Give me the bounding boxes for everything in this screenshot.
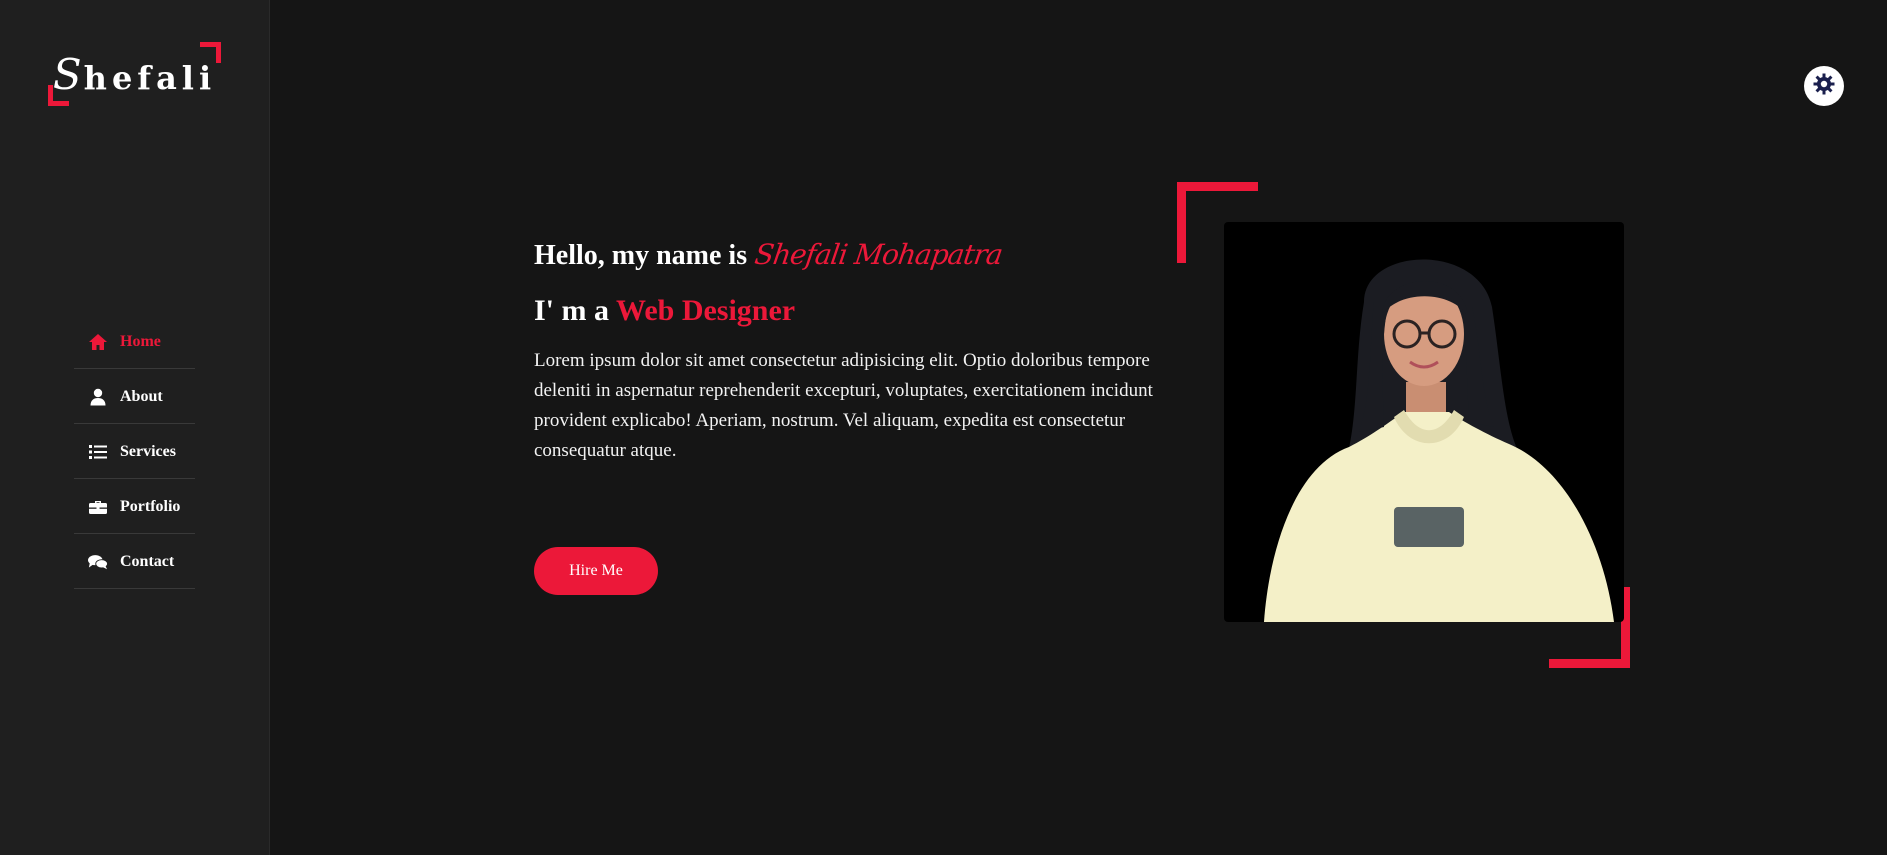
nav-item-services[interactable]: Services: [74, 425, 195, 479]
sidebar: Shefali Home About Services Portfolio Co…: [0, 0, 270, 855]
nav-item-contact[interactable]: Contact: [74, 535, 195, 589]
role-prefix: I' m a: [534, 294, 609, 327]
nav-item-about[interactable]: About: [74, 370, 195, 424]
list-icon: [88, 442, 108, 462]
logo[interactable]: Shefali: [48, 42, 221, 106]
nav-item-label: About: [120, 387, 163, 405]
nav-item-home[interactable]: Home: [74, 315, 195, 369]
profile-photo: [1224, 222, 1624, 622]
hero-section: Hello, my name is Shefali Mohapatra I' m…: [534, 238, 1174, 466]
greeting-text: Hello, my name is: [534, 240, 748, 271]
nav-item-label: Services: [120, 442, 176, 460]
role-title: Web Designer: [615, 294, 796, 327]
nav-item-label: Portfolio: [120, 497, 181, 515]
hero-description: Lorem ipsum dolor sit amet consectetur a…: [534, 350, 1153, 461]
hire-me-button[interactable]: Hire Me: [534, 547, 658, 595]
main-nav: Home About Services Portfolio Contact: [74, 315, 195, 590]
logo-text: Shefali: [52, 50, 217, 99]
role-heading: I' m a Web Designer: [534, 294, 1174, 328]
comments-icon: [88, 552, 108, 572]
nav-item-label: Contact: [120, 552, 175, 570]
home-icon: [88, 332, 108, 352]
gear-icon: [1813, 73, 1835, 100]
nav-item-portfolio[interactable]: Portfolio: [74, 480, 195, 534]
user-icon: [88, 387, 108, 407]
nav-item-label: Home: [120, 332, 161, 350]
greeting-heading: Hello, my name is Shefali Mohapatra: [534, 238, 1174, 272]
theme-toggle-button[interactable]: [1804, 66, 1844, 106]
briefcase-icon: [88, 497, 108, 517]
person-name: Shefali Mohapatra: [752, 238, 1005, 271]
profile-photo-frame: [1177, 182, 1630, 668]
